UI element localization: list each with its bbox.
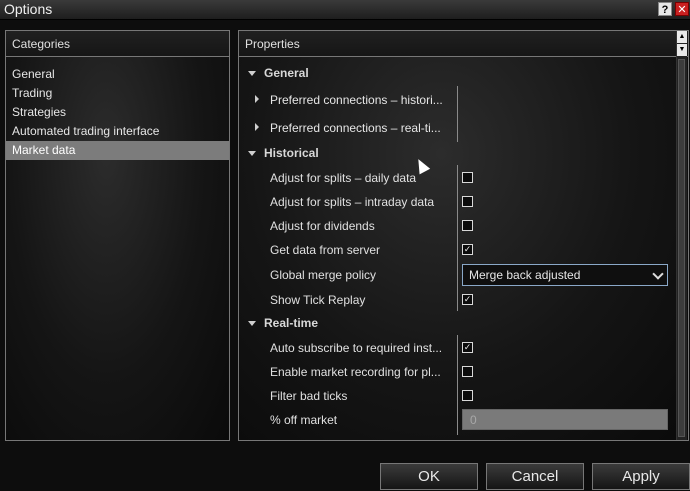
scroll-up-icon[interactable]: ▲ bbox=[677, 31, 687, 43]
collapse-arrow-icon[interactable] bbox=[248, 321, 256, 326]
adjust-splits-intraday-checkbox[interactable] bbox=[462, 196, 473, 207]
adjust-dividends-row: Adjust for dividends bbox=[239, 214, 669, 238]
categories-list: General Trading Strategies Automated tra… bbox=[6, 65, 229, 160]
adjust-splits-daily-label: Adjust for splits – daily data bbox=[270, 171, 417, 185]
pref-connections-realtime-label: Preferred connections – real-ti... bbox=[270, 121, 441, 135]
apply-button[interactable]: Apply bbox=[592, 463, 690, 490]
help-icon: ? bbox=[661, 4, 669, 16]
scroll-down-icon[interactable]: ▼ bbox=[677, 44, 687, 56]
category-automated-trading-interface[interactable]: Automated trading interface bbox=[6, 122, 229, 141]
expand-arrow-icon[interactable] bbox=[255, 123, 259, 131]
show-tick-replay-row: Show Tick Replay ✓ bbox=[239, 288, 669, 312]
section-general[interactable]: General bbox=[239, 62, 669, 86]
properties-scrollbar[interactable]: ▲ ▼ bbox=[676, 31, 687, 440]
collapse-arrow-icon[interactable] bbox=[248, 71, 256, 76]
close-button[interactable]: ✕ bbox=[675, 2, 689, 16]
section-general-label: General bbox=[264, 66, 309, 80]
window-title: Options bbox=[4, 1, 53, 17]
show-tick-replay-label: Show Tick Replay bbox=[270, 293, 366, 307]
show-tick-replay-checkbox[interactable]: ✓ bbox=[462, 294, 473, 305]
pref-connections-realtime[interactable]: Preferred connections – real-ti... bbox=[239, 117, 669, 141]
category-general[interactable]: General bbox=[6, 65, 229, 84]
adjust-splits-daily-checkbox[interactable] bbox=[462, 172, 473, 183]
categories-header: Categories bbox=[6, 31, 229, 57]
enable-market-recording-checkbox[interactable] bbox=[462, 366, 473, 377]
section-realtime-label: Real-time bbox=[264, 316, 319, 330]
adjust-dividends-checkbox[interactable] bbox=[462, 220, 473, 231]
scroll-thumb[interactable] bbox=[678, 59, 685, 437]
filter-bad-ticks-checkbox[interactable] bbox=[462, 390, 473, 401]
adjust-dividends-label: Adjust for dividends bbox=[270, 219, 375, 233]
properties-header: Properties bbox=[239, 31, 688, 57]
collapse-arrow-icon[interactable] bbox=[248, 151, 256, 156]
category-trading[interactable]: Trading bbox=[6, 84, 229, 103]
get-data-server-label: Get data from server bbox=[270, 243, 381, 257]
section-historical-label: Historical bbox=[264, 146, 319, 160]
category-market-data[interactable]: Market data bbox=[6, 141, 229, 160]
section-realtime[interactable]: Real-time bbox=[239, 312, 669, 336]
auto-subscribe-checkbox[interactable]: ✓ bbox=[462, 342, 473, 353]
chevron-down-icon[interactable] bbox=[652, 268, 664, 280]
enable-market-recording-row: Enable market recording for pl... bbox=[239, 360, 669, 384]
title-bar: Options ? ✕ bbox=[0, 0, 690, 20]
section-historical[interactable]: Historical bbox=[239, 142, 669, 166]
percent-off-market-input[interactable]: 0 bbox=[462, 409, 668, 430]
cancel-button[interactable]: Cancel bbox=[486, 463, 584, 490]
global-merge-policy-value: Merge back adjusted bbox=[469, 268, 581, 282]
filter-bad-ticks-row: Filter bad ticks bbox=[239, 384, 669, 408]
ok-button[interactable]: OK bbox=[380, 463, 478, 490]
adjust-splits-daily-row: Adjust for splits – daily data bbox=[239, 166, 669, 190]
global-merge-policy-row: Global merge policy Merge back adjusted bbox=[239, 263, 669, 287]
properties-panel: Properties ▲ ▼ General Preferred connect… bbox=[238, 30, 689, 441]
adjust-splits-intraday-row: Adjust for splits – intraday data bbox=[239, 190, 669, 214]
expand-arrow-icon[interactable] bbox=[255, 95, 259, 103]
help-button[interactable]: ? bbox=[658, 2, 672, 16]
get-data-server-row: Get data from server ✓ bbox=[239, 238, 669, 262]
auto-subscribe-row: Auto subscribe to required inst... ✓ bbox=[239, 336, 669, 360]
auto-subscribe-label: Auto subscribe to required inst... bbox=[270, 341, 443, 355]
global-merge-policy-label: Global merge policy bbox=[270, 268, 377, 282]
enable-market-recording-label: Enable market recording for pl... bbox=[270, 365, 441, 379]
get-data-server-checkbox[interactable]: ✓ bbox=[462, 244, 473, 255]
category-strategies[interactable]: Strategies bbox=[6, 103, 229, 122]
pref-connections-historical[interactable]: Preferred connections – histori... bbox=[239, 89, 669, 113]
global-merge-policy-select[interactable]: Merge back adjusted bbox=[462, 264, 668, 286]
percent-off-market-row: % off market 0 bbox=[239, 408, 669, 432]
close-icon: ✕ bbox=[677, 4, 687, 16]
percent-off-market-label: % off market bbox=[270, 413, 338, 427]
filter-bad-ticks-label: Filter bad ticks bbox=[270, 389, 348, 403]
categories-panel: Categories General Trading Strategies Au… bbox=[5, 30, 230, 441]
adjust-splits-intraday-label: Adjust for splits – intraday data bbox=[270, 195, 435, 209]
pref-connections-historical-label: Preferred connections – histori... bbox=[270, 93, 443, 107]
